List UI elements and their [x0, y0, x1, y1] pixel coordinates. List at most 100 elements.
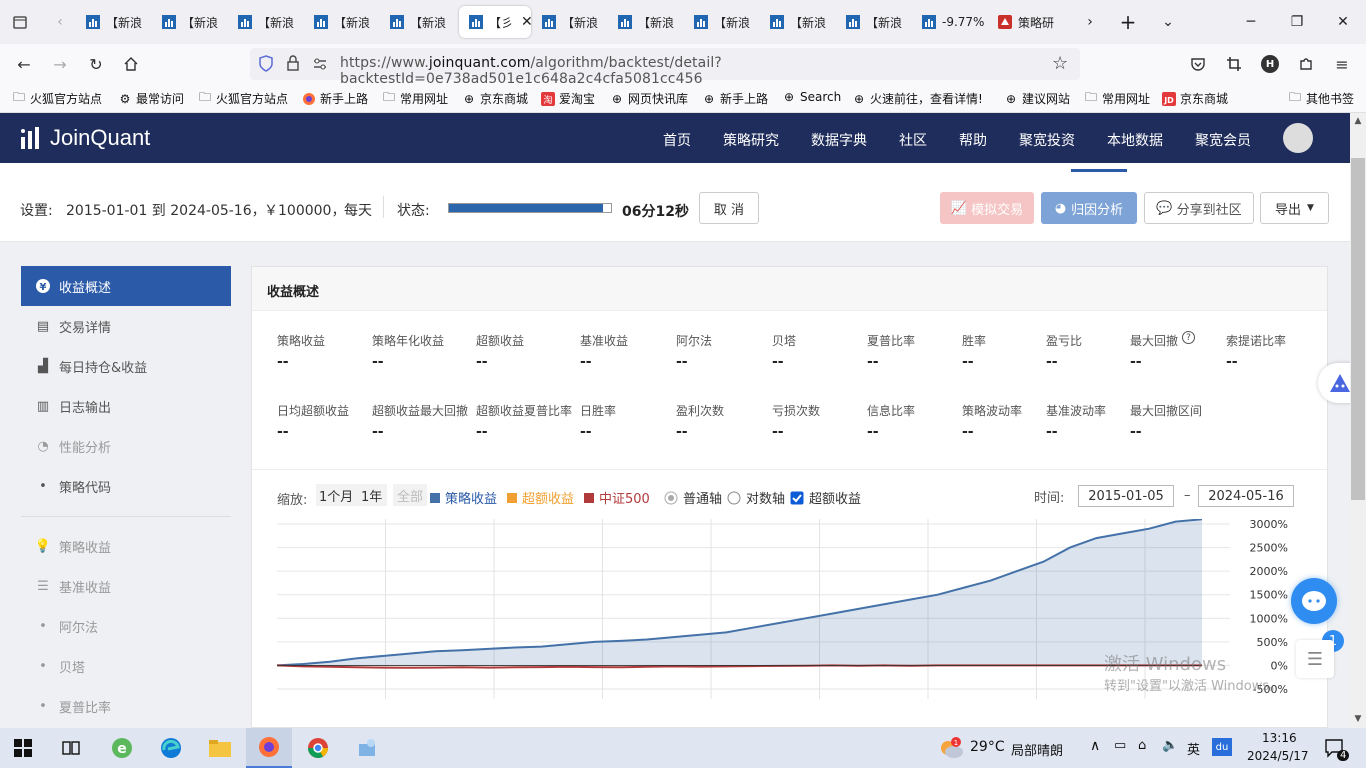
- permissions-icon[interactable]: [312, 56, 328, 76]
- bookmark-item[interactable]: 🗀 火狐官方站点: [12, 90, 102, 107]
- sidebar-item-overview[interactable]: ¥ 收益概述: [21, 266, 231, 306]
- customer-service-button[interactable]: [1291, 578, 1337, 624]
- browser-tab[interactable]: -9.77%: [922, 6, 992, 38]
- sim-trade-button[interactable]: 📈 模拟交易: [940, 192, 1034, 224]
- tray-expand-icon[interactable]: ∧: [1090, 738, 1100, 754]
- close-tab-icon[interactable]: ✕: [521, 14, 531, 30]
- zoom-all-button[interactable]: 全部: [393, 484, 428, 506]
- menu-home[interactable]: 首页: [663, 130, 691, 150]
- bookmark-item[interactable]: ⊕ 建议网站: [1004, 90, 1070, 107]
- new-tab-icon[interactable]: +: [1108, 0, 1148, 44]
- scroll-up-arrow[interactable]: ▲: [1351, 114, 1365, 128]
- clock-date[interactable]: 2024/5/17: [1247, 749, 1309, 763]
- sidebar-item-alpha[interactable]: • 阿尔法: [21, 606, 231, 646]
- browser-tab[interactable]: 策略研: [998, 6, 1068, 38]
- bookmark-item[interactable]: 淘爱淘宝: [541, 90, 595, 107]
- browser-tab[interactable]: 【新浪: [238, 6, 308, 38]
- ie-browser-icon[interactable]: e: [99, 728, 145, 768]
- browser-tab[interactable]: 【新浪: [390, 6, 456, 38]
- bookmark-item[interactable]: ⚙ 最常访问: [118, 90, 184, 107]
- menu-membership[interactable]: 聚宽会员: [1195, 130, 1251, 150]
- bookmark-item[interactable]: 🗀 火狐官方站点: [198, 90, 288, 107]
- scrollbar-thumb[interactable]: [1351, 158, 1365, 500]
- bookmark-item[interactable]: ⊕ 网页快讯库: [610, 90, 688, 107]
- legend-bench[interactable]: 中证500: [584, 488, 650, 507]
- task-view-icon[interactable]: [48, 728, 94, 768]
- browser-tab-active[interactable]: 【彡 ✕: [459, 6, 531, 38]
- scroll-tabs-right-icon[interactable]: ›: [1070, 0, 1110, 44]
- menu-icon[interactable]: ≡: [1328, 50, 1356, 78]
- bookmark-item[interactable]: 🗀 常用网址: [1084, 90, 1150, 107]
- zoom-1m-button[interactable]: 1个月: [316, 484, 357, 506]
- pocket-icon[interactable]: [1184, 50, 1212, 78]
- log-axis-radio[interactable]: 对数轴: [727, 488, 785, 507]
- normal-axis-radio[interactable]: 普通轴: [664, 488, 722, 507]
- legend-strategy[interactable]: 策略收益: [430, 488, 497, 507]
- tab-overview-icon[interactable]: [0, 0, 40, 44]
- battery-icon[interactable]: ▭: [1114, 738, 1126, 753]
- shield-icon[interactable]: [258, 55, 274, 77]
- reload-icon[interactable]: ↻: [82, 50, 110, 78]
- list-tabs-icon[interactable]: ⌄: [1148, 0, 1188, 44]
- network-icon[interactable]: ⌂: [1138, 738, 1146, 753]
- menu-invest[interactable]: 聚宽投资: [1019, 130, 1075, 150]
- edge-icon[interactable]: [148, 728, 194, 768]
- bookmark-star-icon[interactable]: ☆: [1052, 53, 1068, 74]
- sidebar-item-code[interactable]: • 策略代码: [21, 466, 231, 506]
- browser-tab[interactable]: 【新浪: [86, 6, 156, 38]
- windows-start-icon[interactable]: [0, 728, 46, 768]
- menu-community[interactable]: 社区: [899, 130, 927, 150]
- extensions-icon[interactable]: [1292, 50, 1320, 78]
- ime-indicator[interactable]: 英: [1187, 739, 1200, 758]
- home-icon[interactable]: [117, 50, 145, 78]
- firefox-taskbar-icon[interactable]: [246, 728, 292, 768]
- bookmark-item[interactable]: ⊕ Search: [782, 90, 841, 104]
- toc-list-icon[interactable]: ☰: [1296, 640, 1334, 678]
- menu-data-dict[interactable]: 数据字典: [811, 130, 867, 150]
- sidebar-item-benchmark-return[interactable]: ☰ 基准收益: [21, 566, 231, 606]
- clock-time[interactable]: 13:16: [1262, 731, 1297, 745]
- minimize-icon[interactable]: ─: [1228, 0, 1274, 44]
- sidebar-item-strategy-return[interactable]: 💡 策略收益: [21, 526, 231, 566]
- zoom-1y-button[interactable]: 1年: [356, 484, 388, 506]
- help-icon[interactable]: ?: [1182, 331, 1195, 344]
- close-window-icon[interactable]: ✕: [1320, 0, 1366, 44]
- menu-local-data[interactable]: 本地数据: [1107, 130, 1163, 150]
- attribution-button[interactable]: ◕ 归因分析: [1041, 192, 1137, 224]
- date-to-input[interactable]: 2024-05-16: [1198, 485, 1294, 507]
- url-text[interactable]: https://www.joinquant.com/algorithm/back…: [340, 55, 1080, 87]
- sidebar-item-beta[interactable]: • 贝塔: [21, 646, 231, 686]
- forward-icon[interactable]: →: [46, 50, 74, 78]
- sidebar-item-performance[interactable]: ◔ 性能分析: [21, 426, 231, 466]
- weather-icon[interactable]: 1: [938, 736, 964, 764]
- share-button[interactable]: 💬 分享到社区: [1144, 192, 1254, 224]
- chrome-icon[interactable]: [295, 728, 341, 768]
- account-icon[interactable]: H: [1256, 50, 1284, 78]
- return-chart[interactable]: 3000%2500%2000%1500%1000%500%0%-500%: [277, 519, 1297, 729]
- bookmark-item[interactable]: 新手上路: [302, 90, 368, 107]
- browser-tab[interactable]: 【新浪: [694, 6, 764, 38]
- bookmark-item[interactable]: ⊕ 新手上路: [702, 90, 768, 107]
- bookmark-item[interactable]: 🗀 其他书签: [1288, 90, 1354, 107]
- joinquant-logo[interactable]: JoinQuant: [20, 125, 150, 151]
- baidu-ime-icon[interactable]: du: [1212, 738, 1232, 756]
- browser-tab[interactable]: 【新浪: [846, 6, 916, 38]
- address-bar[interactable]: https://www.joinquant.com/algorithm/back…: [250, 48, 1080, 87]
- browser-tab[interactable]: 【新浪: [162, 6, 232, 38]
- sidebar-item-sharpe[interactable]: • 夏普比率: [21, 686, 231, 726]
- file-explorer-icon[interactable]: [197, 728, 243, 768]
- bookmark-item[interactable]: ⊕ 火速前往，查看详情!: [852, 90, 983, 107]
- screenshot-icon[interactable]: [1220, 50, 1248, 78]
- app-icon[interactable]: [344, 728, 390, 768]
- bookmark-item[interactable]: JD 京东商城: [1162, 90, 1228, 107]
- volume-icon[interactable]: 🔈: [1162, 738, 1178, 753]
- avatar[interactable]: [1283, 123, 1313, 153]
- sidebar-item-holdings[interactable]: ▟ 每日持仓&收益: [21, 346, 231, 386]
- menu-help[interactable]: 帮助: [959, 130, 987, 150]
- scroll-down-arrow[interactable]: ▼: [1351, 712, 1365, 726]
- restore-icon[interactable]: ❐: [1274, 0, 1320, 44]
- excess-checkbox[interactable]: 超额收益: [790, 488, 861, 507]
- back-icon[interactable]: ←: [10, 50, 38, 78]
- sidebar-item-logs[interactable]: ▥ 日志输出: [21, 386, 231, 426]
- export-button[interactable]: 导出 ▼: [1260, 192, 1329, 224]
